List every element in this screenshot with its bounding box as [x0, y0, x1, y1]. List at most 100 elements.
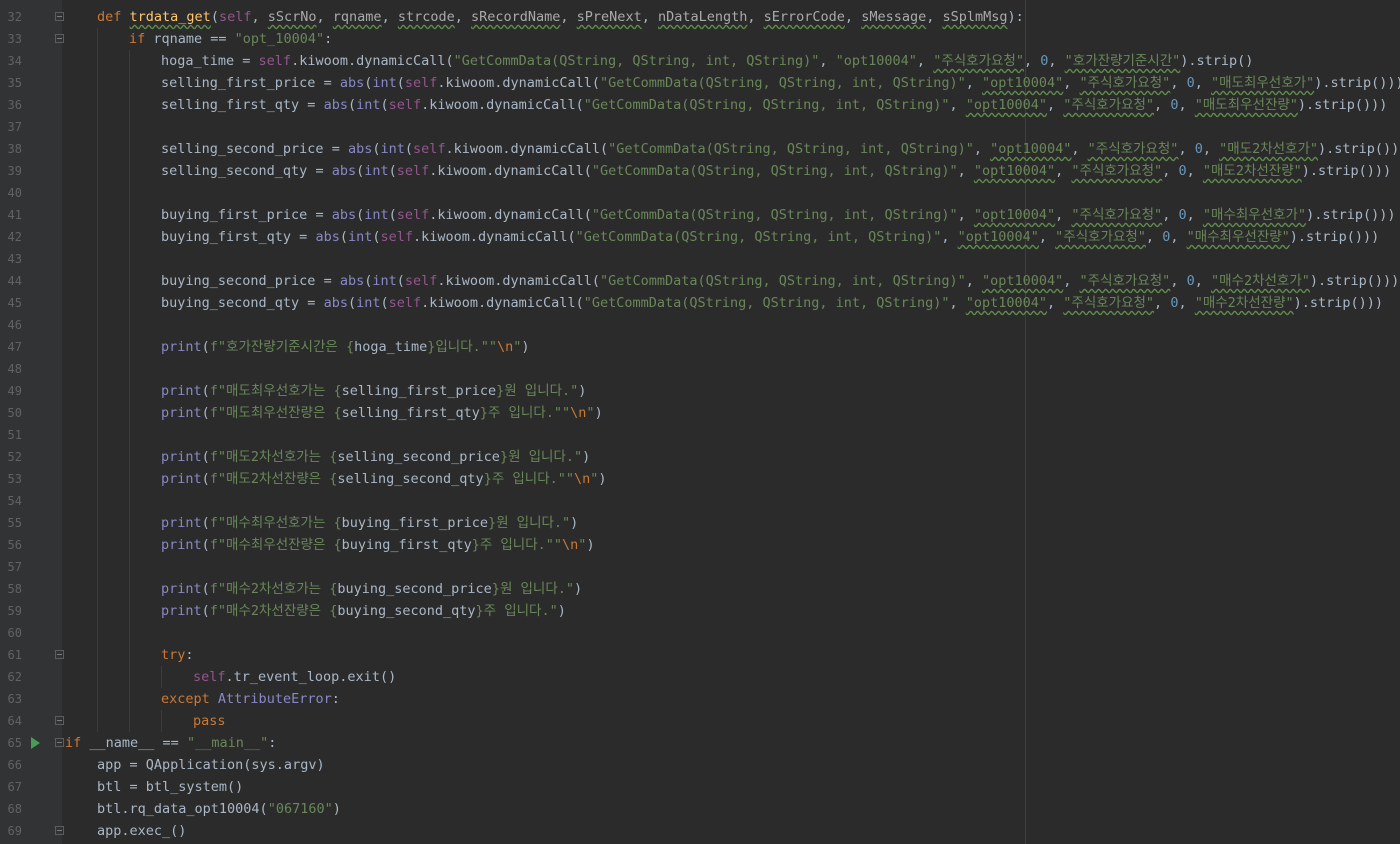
code-line[interactable]: 45 buying_second_qty = abs(int(self.kiwoo…: [0, 292, 1400, 314]
code-text: print(f"매수최우선호가는 {buying_first_price}원 입…: [161, 515, 579, 531]
code-line[interactable]: 33 if rqname == "opt_10004":: [0, 28, 1400, 50]
fold-marker-icon[interactable]: [55, 650, 64, 659]
code-text: selling_first_price = abs(int(self.kiwoo…: [161, 75, 1400, 91]
indent-guide: [97, 292, 98, 314]
code-line[interactable]: 63 except AttributeError:: [0, 688, 1400, 710]
code-line[interactable]: 39 selling_second_qty = abs(int(self.kiwo…: [0, 160, 1400, 182]
code-line[interactable]: 35 selling_first_price = abs(int(self.kiw…: [0, 72, 1400, 94]
line-number: 69: [7, 824, 22, 838]
code-line[interactable]: 64 pass: [0, 710, 1400, 732]
fold-marker-icon[interactable]: [55, 738, 64, 747]
indent-guide: [129, 446, 130, 468]
indent-guide: [97, 50, 98, 72]
indent-guide: [97, 512, 98, 534]
code-text: buying_second_price = abs(int(self.kiwoo…: [161, 273, 1400, 289]
code-line[interactable]: 65 if __name__ == "__main__":: [0, 732, 1400, 754]
fold-marker-icon[interactable]: [55, 34, 64, 43]
code-text: self.tr_event_loop.exit(): [193, 669, 397, 685]
indent-guide: [97, 28, 98, 50]
code-line[interactable]: 41 buying_first_price = abs(int(self.kiwo…: [0, 204, 1400, 226]
code-text: try:: [161, 647, 194, 663]
code-line[interactable]: 42 buying_first_qty = abs(int(self.kiwoom…: [0, 226, 1400, 248]
indent-guide: [97, 270, 98, 292]
indent-guide: [97, 314, 98, 336]
indent-guide: [97, 600, 98, 622]
code-text: if rqname == "opt_10004":: [129, 31, 333, 47]
code-text: app.exec_(): [97, 823, 187, 839]
indent-guide: [97, 688, 98, 710]
code-line[interactable]: 48: [0, 358, 1400, 380]
code-line[interactable]: 37: [0, 116, 1400, 138]
line-number: 51: [7, 428, 22, 442]
fold-marker-icon[interactable]: [55, 826, 64, 835]
line-number: 59: [7, 604, 22, 618]
indent-guide: [129, 380, 130, 402]
code-line[interactable]: 61 try:: [0, 644, 1400, 666]
code-line[interactable]: 44 buying_second_price = abs(int(self.kiw…: [0, 270, 1400, 292]
code-line[interactable]: 46: [0, 314, 1400, 336]
code-line[interactable]: 54: [0, 490, 1400, 512]
indent-guide: [129, 622, 130, 644]
indent-guide: [161, 666, 162, 688]
indent-guide: [97, 138, 98, 160]
indent-guide: [97, 490, 98, 512]
line-number: 49: [7, 384, 22, 398]
code-line[interactable]: 69 app.exec_(): [0, 820, 1400, 842]
indent-guide: [97, 644, 98, 666]
code-text: btl = btl_system(): [97, 779, 244, 795]
code-line[interactable]: 57: [0, 556, 1400, 578]
code-line[interactable]: 53 print(f"매도2차선잔량은 {selling_second_qty}주…: [0, 468, 1400, 490]
code-line[interactable]: 32 def trdata_get(self, sScrNo, rqname, s…: [0, 6, 1400, 28]
fold-marker-icon[interactable]: [55, 12, 64, 21]
code-editor[interactable]: 32 def trdata_get(self, sScrNo, rqname, s…: [0, 0, 1400, 844]
indent-guide: [129, 688, 130, 710]
code-line[interactable]: 36 selling_first_qty = abs(int(self.kiwoo…: [0, 94, 1400, 116]
indent-guide: [129, 226, 130, 248]
code-line[interactable]: 66 app = QApplication(sys.argv): [0, 754, 1400, 776]
line-number: 62: [7, 670, 22, 684]
indent-guide: [129, 204, 130, 226]
line-number: 66: [7, 758, 22, 772]
line-number: 50: [7, 406, 22, 420]
line-number: 60: [7, 626, 22, 640]
indent-guide: [129, 270, 130, 292]
indent-guide: [129, 160, 130, 182]
indent-guide: [97, 578, 98, 600]
indent-guide: [97, 446, 98, 468]
indent-guide: [97, 182, 98, 204]
fold-marker-icon[interactable]: [55, 716, 64, 725]
code-line[interactable]: 49 print(f"매도최우선호가는 {selling_first_price}…: [0, 380, 1400, 402]
line-number: 38: [7, 142, 22, 156]
code-line[interactable]: 34 hoga_time = self.kiwoom.dynamicCall("G…: [0, 50, 1400, 72]
indent-guide: [97, 710, 98, 732]
indent-guide: [129, 578, 130, 600]
code-line[interactable]: 38 selling_second_price = abs(int(self.ki…: [0, 138, 1400, 160]
code-line[interactable]: 56 print(f"매수최우선잔량은 {buying_first_qty}주 입…: [0, 534, 1400, 556]
code-line[interactable]: 60: [0, 622, 1400, 644]
code-line[interactable]: 62 self.tr_event_loop.exit(): [0, 666, 1400, 688]
code-line[interactable]: 67 btl = btl_system(): [0, 776, 1400, 798]
code-line[interactable]: 55 print(f"매수최우선호가는 {buying_first_price}원…: [0, 512, 1400, 534]
indent-guide: [97, 72, 98, 94]
indent-guide: [97, 94, 98, 116]
code-line[interactable]: 50 print(f"매도최우선잔량은 {selling_first_qty}주 …: [0, 402, 1400, 424]
indent-guide: [97, 160, 98, 182]
code-text: selling_second_price = abs(int(self.kiwo…: [161, 141, 1400, 157]
code-line[interactable]: 51: [0, 424, 1400, 446]
line-number: 56: [7, 538, 22, 552]
indent-guide: [129, 72, 130, 94]
line-number: 42: [7, 230, 22, 244]
line-number: 53: [7, 472, 22, 486]
code-line[interactable]: 58 print(f"매수2차선호가는 {buying_second_price}…: [0, 578, 1400, 600]
run-gutter-icon[interactable]: [31, 737, 40, 749]
indent-guide: [129, 490, 130, 512]
line-number: 54: [7, 494, 22, 508]
code-line[interactable]: 40: [0, 182, 1400, 204]
code-line[interactable]: 47 print(f"호가잔량기준시간은 {hoga_time}입니다.""\n"…: [0, 336, 1400, 358]
indent-guide: [129, 358, 130, 380]
code-line[interactable]: 43: [0, 248, 1400, 270]
line-number: 34: [7, 54, 22, 68]
code-line[interactable]: 52 print(f"매도2차선호가는 {selling_second_price…: [0, 446, 1400, 468]
code-line[interactable]: 59 print(f"매수2차선잔량은 {buying_second_qty}주 …: [0, 600, 1400, 622]
code-line[interactable]: 68 btl.rq_data_opt10004("067160"): [0, 798, 1400, 820]
